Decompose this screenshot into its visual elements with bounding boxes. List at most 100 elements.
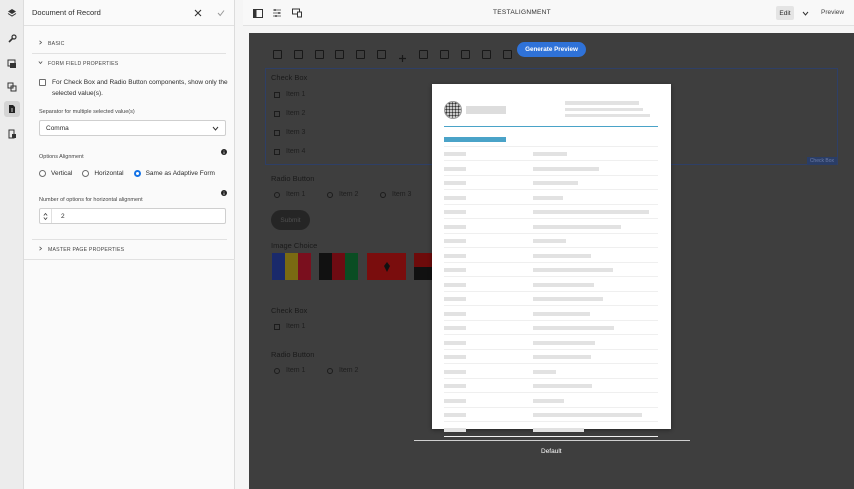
properties-panel: Document of Record BASIC FORM FIELD PROP… [24,0,235,489]
image-choice-title: Image Choice [271,241,318,250]
placeholder-value [533,253,591,258]
checkbox-item[interactable]: Item 1 [274,323,305,330]
info-icon[interactable]: i [221,149,227,155]
row-separator [444,218,658,219]
placeholder-label [444,253,466,258]
placeholder-value [533,181,578,185]
flag-afghanistan-image[interactable] [319,253,358,280]
placeholder-value [533,224,621,229]
placeholder-label [444,268,466,272]
placeholder-label [444,195,466,200]
shuffle-icon[interactable] [503,50,512,59]
section-basic-label: BASIC [48,40,65,47]
radio-same-as-adaptive-form[interactable] [133,170,141,177]
selected-values-label: For Check Box and Radio Button component… [52,79,228,97]
checkbox-item[interactable]: Item 3 [274,129,305,136]
placeholder-label [444,297,466,301]
section-form-field-properties[interactable]: FORM FIELD PROPERTIES [24,54,234,73]
document-preview-page [432,84,671,437]
section-heading-bar [444,137,506,142]
emulator-icon[interactable] [291,7,303,19]
radio-circle [327,191,333,198]
done-icon[interactable] [215,7,227,19]
layers-icon[interactable] [4,5,20,21]
radio-item[interactable]: Item 1 [274,367,305,374]
stepper-arrows-icon[interactable] [40,209,52,223]
radio-horizontal-label: Horizontal [94,170,124,177]
checkbox-title: Check Box [271,73,308,82]
placeholder-value [533,268,613,272]
placeholder-value [533,239,566,243]
placeholder-value [533,311,590,316]
layout-icon[interactable] [440,50,449,59]
placeholder-value [533,195,563,200]
section-basic[interactable]: BASIC [24,34,234,53]
flag-angola-image[interactable] [414,253,432,280]
horizontal-count-stepper[interactable]: 2 [39,208,226,224]
cut-icon[interactable] [356,50,365,59]
radio-vertical-label: Vertical [51,170,73,177]
horizontal-count-value: 2 [61,212,65,220]
row-separator [444,334,658,335]
add-icon[interactable] [398,50,407,62]
radio-title: Radio Button [271,350,315,359]
placeholder-label [444,210,466,214]
placeholder-value [533,297,603,301]
edit-button[interactable]: Edit [776,6,794,20]
assets-icon[interactable] [4,56,20,72]
save-fragment-icon[interactable] [482,50,491,59]
code-icon[interactable] [461,50,470,59]
placeholder-label [444,384,466,388]
close-icon[interactable] [192,7,204,19]
top-toolbar: TESTALIGNMENT Edit Preview [243,0,854,26]
flag-andorra-image[interactable] [272,253,311,280]
radio-item[interactable]: Item 3 [380,191,411,198]
toggle-side-panel-icon[interactable] [252,7,264,19]
placeholder-label [444,311,466,316]
placeholder-label [444,398,466,403]
configure-wrench-icon[interactable] [294,50,303,59]
placeholder-label [444,181,466,185]
checkbox-item[interactable]: Item 4 [274,148,305,155]
checkbox-item[interactable]: Item 1 [274,91,305,98]
selected-values-checkbox[interactable] [39,79,46,86]
section-master-page-label: MASTER PAGE PROPERTIES [48,246,125,253]
properties-icon[interactable] [271,7,283,19]
separator-label: Separator for multiple selected value(s) [39,109,135,115]
info-icon[interactable]: i [221,190,227,196]
radio-circle [327,367,333,374]
style-icon[interactable] [315,50,324,59]
radio-same-label: Same as Adaptive Form [145,170,215,177]
submit-button[interactable]: Submit [271,210,310,230]
placeholder-value [533,398,564,403]
radio-item-label: Item 3 [392,191,412,198]
placeholder-title-bar [466,106,506,114]
radio-item[interactable]: Item 2 [327,367,358,374]
radio-item-label: Item 2 [339,191,359,198]
replace-icon[interactable] [419,50,428,59]
checkbox-box [274,148,280,155]
form-data-model-icon[interactable] [4,126,20,142]
placeholder-value [533,384,592,388]
radio-horizontal[interactable] [82,170,90,177]
edit-pencil-icon[interactable] [273,50,282,59]
radio-item[interactable]: Item 2 [327,191,358,198]
chevron-down-icon[interactable] [799,7,811,19]
fragments-icon[interactable] [4,79,20,95]
row-separator [444,305,658,306]
section-master-page[interactable]: MASTER PAGE PROPERTIES [24,240,235,259]
radio-item[interactable]: Item 1 [274,191,305,198]
generate-preview-button[interactable]: Generate Preview [517,42,586,57]
delete-icon[interactable] [377,50,386,59]
parent-icon[interactable] [335,50,344,59]
preview-button[interactable]: Preview [821,9,844,16]
radio-vertical[interactable] [39,170,46,177]
separator-select[interactable]: Comma [39,120,226,136]
wrench-icon[interactable] [4,31,20,47]
row-separator [444,160,658,161]
flag-albania-image[interactable] [367,253,406,280]
checkbox-item[interactable]: Item 2 [274,110,305,117]
document-of-record-icon[interactable] [4,101,20,117]
row-separator [444,319,658,321]
radio-item-label: Item 1 [286,367,306,374]
